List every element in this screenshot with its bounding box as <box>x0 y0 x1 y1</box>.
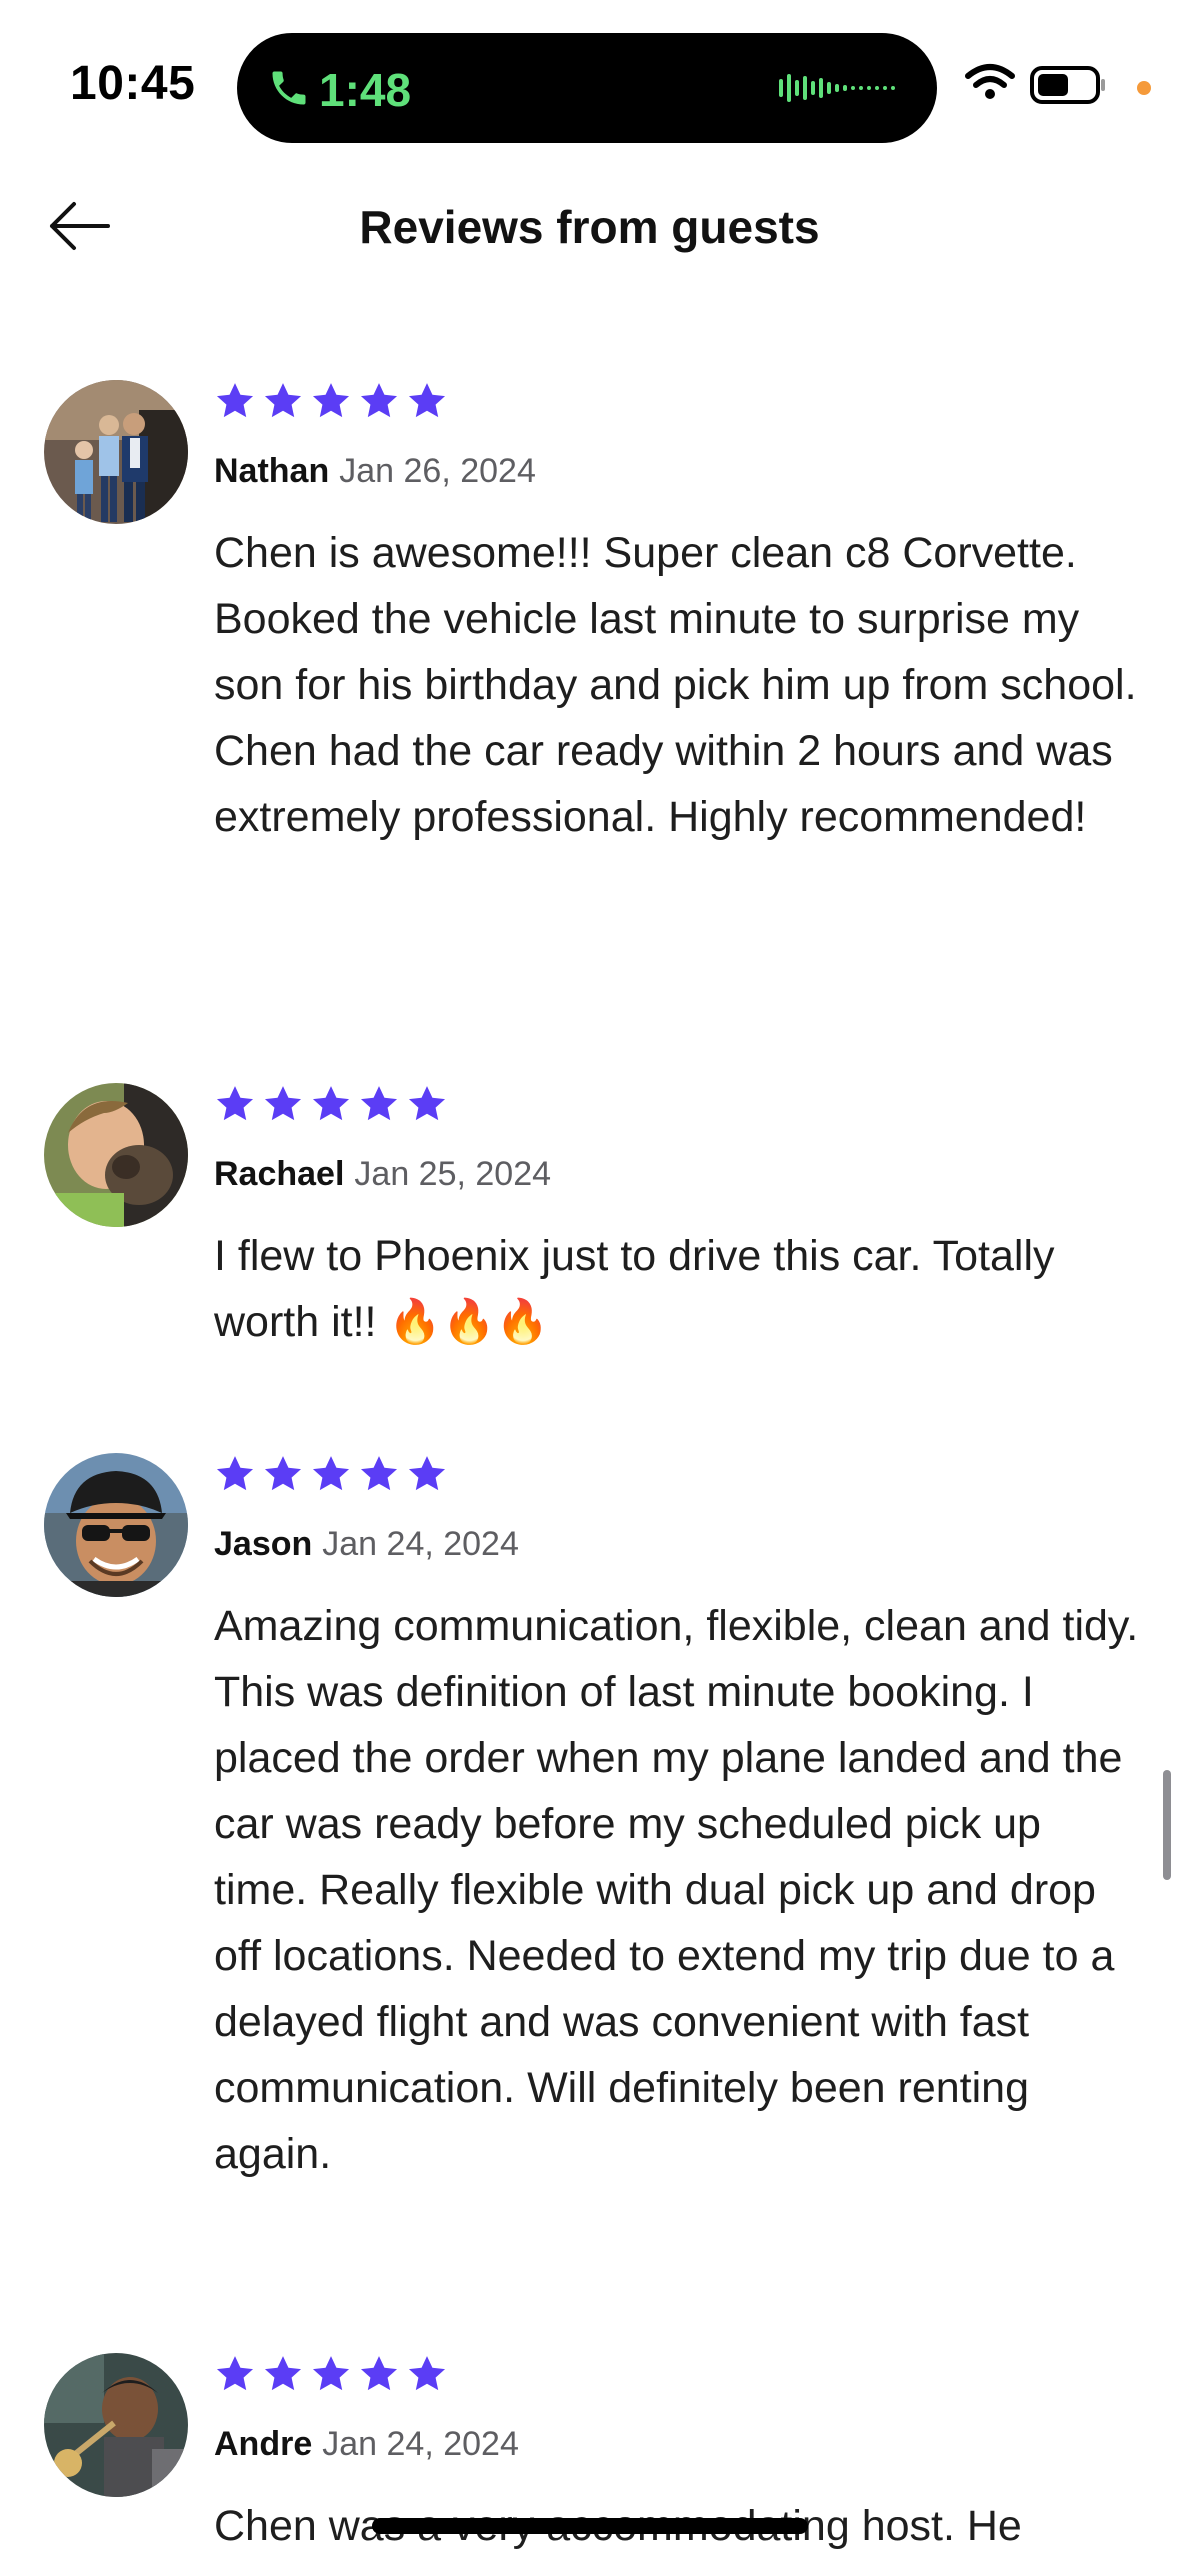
review-text: Amazing communication, flexible, clean a… <box>214 1602 1139 2178</box>
reviewer-name[interactable]: Andre <box>214 2425 312 2463</box>
orange-dot-indicator <box>1137 81 1151 95</box>
review-date: Jan 24, 2024 <box>322 1525 519 1563</box>
star-icon <box>264 1456 302 1491</box>
reviews-screen: 10:45 1:48 Reviews from guests Nathan Ja… <box>0 0 1179 2556</box>
status-icons <box>965 64 1151 104</box>
star-icon <box>264 1086 302 1121</box>
review-date: Jan 25, 2024 <box>354 1155 552 1193</box>
star-icon <box>408 2356 446 2391</box>
review-text: Chen is awesome!!! Super clean c8 Corvet… <box>214 529 1137 841</box>
battery-icon <box>1030 66 1105 104</box>
reviewer-meta: Rachael Jan 25, 2024 <box>214 1155 551 1194</box>
star-icon <box>216 2356 254 2391</box>
avatar[interactable] <box>44 1453 188 1597</box>
phone-icon <box>272 71 306 105</box>
star-icon <box>360 1086 398 1121</box>
star-icon <box>408 1086 446 1121</box>
star-rating <box>214 1453 448 1501</box>
reviewer-meta: Nathan Jan 26, 2024 <box>214 452 536 491</box>
dynamic-island-call[interactable]: 1:48 <box>237 33 937 143</box>
star-icon <box>264 383 302 418</box>
reviewer-meta: Andre Jan 24, 2024 <box>214 2425 519 2464</box>
waveform-icon <box>779 74 895 102</box>
scrollbar-thumb[interactable] <box>1163 1770 1171 1880</box>
wifi-icon <box>965 64 1015 99</box>
review-text: I flew to Phoenix just to drive this car… <box>214 1232 1055 1346</box>
star-icon <box>312 383 350 418</box>
star-icon <box>360 2356 398 2391</box>
avatar[interactable] <box>44 380 188 524</box>
star-rating <box>214 380 448 428</box>
star-icon <box>264 2356 302 2391</box>
reviewer-name[interactable]: Nathan <box>214 452 329 490</box>
avatar[interactable] <box>44 1083 188 1227</box>
star-icon <box>360 383 398 418</box>
status-time: 10:45 <box>70 57 196 110</box>
review-date: Jan 24, 2024 <box>322 2425 519 2463</box>
star-icon <box>312 2356 350 2391</box>
review-date: Jan 26, 2024 <box>339 452 536 490</box>
star-icon <box>216 1086 254 1121</box>
page-title: Reviews from guests <box>359 201 820 253</box>
call-duration: 1:48 <box>319 64 412 116</box>
star-icon <box>312 1456 350 1491</box>
star-rating <box>214 1083 448 1131</box>
avatar[interactable] <box>44 2353 188 2497</box>
star-icon <box>408 1456 446 1491</box>
star-icon <box>360 1456 398 1491</box>
home-indicator[interactable] <box>372 2518 808 2534</box>
star-icon <box>216 1456 254 1491</box>
reviewer-meta: Jason Jan 24, 2024 <box>214 1525 519 1564</box>
star-rating <box>214 2353 448 2401</box>
star-icon <box>216 383 254 418</box>
reviewer-name[interactable]: Jason <box>214 1525 312 1563</box>
reviewer-name[interactable]: Rachael <box>214 1155 344 1193</box>
star-icon <box>408 383 446 418</box>
star-icon <box>312 1086 350 1121</box>
